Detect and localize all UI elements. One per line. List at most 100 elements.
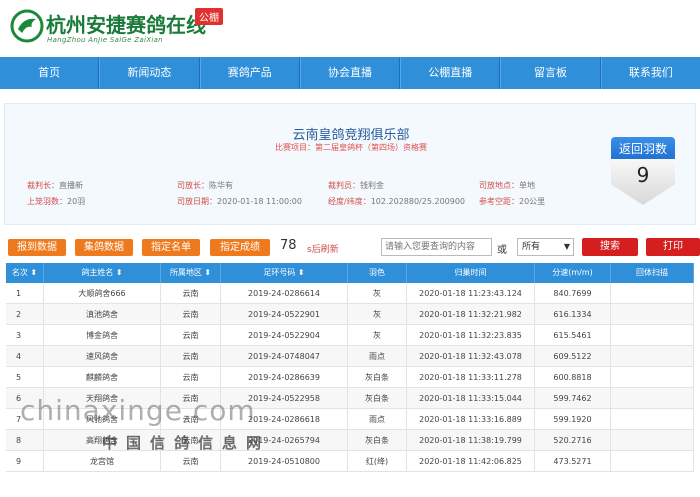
info-location: 司放地点：单地 <box>479 181 535 190</box>
cell-color: 灰 <box>348 283 407 304</box>
col-owner[interactable]: 鸽主姓名 ⬍ <box>44 263 161 283</box>
table-row[interactable]: 5 麒麟鸽舍 云南 2019-24-0286639 灰白条 2020-01-18 11:3… <box>6 367 694 388</box>
search-input[interactable] <box>381 238 492 256</box>
cell-speed: 840.7699 <box>535 283 611 304</box>
table-header: 名次 ⬍ 鸽主姓名 ⬍ 所属地区 ⬍ 足环号码 ⬍ 羽色 归巢时间 分速(m/m… <box>6 263 694 283</box>
col-scan: 回体扫描 <box>611 263 694 283</box>
cell-color: 灰白条 <box>348 430 407 451</box>
badge-label: 返回羽数 <box>611 137 675 161</box>
cell-scan <box>611 430 694 451</box>
info-date: 司放日期：2020-01-18 11:00:00 <box>177 197 302 206</box>
cell-scan <box>611 388 694 409</box>
badge-value: 9 <box>636 163 650 187</box>
watermark-domain: chinaxinge.com <box>20 394 256 427</box>
cell-region: 云南 <box>161 346 221 367</box>
nav-guestbook[interactable]: 留言板 <box>500 57 601 89</box>
cell-arrival: 2020-01-18 11:33:15.044 <box>407 388 535 409</box>
info-distance: 参考空距：20公里 <box>479 197 546 206</box>
cell-owner: 大顺鸽舍666 <box>44 283 161 304</box>
cell-owner: 龙宫馆 <box>44 451 161 472</box>
filter-select-value: 所有 <box>522 242 541 252</box>
cell-color: 灰白条 <box>348 367 407 388</box>
sort-icon: ⬍ <box>30 268 38 277</box>
table-row[interactable]: 1 大顺鸽舍666 云南 2019-24-0286614 灰 2020-01-18 11:… <box>6 283 694 304</box>
returned-count-badge: 返回羽数 9 <box>607 137 679 209</box>
cell-rank: 2 <box>6 304 44 325</box>
cell-rank: 5 <box>6 367 44 388</box>
nav-products[interactable]: 赛鸽产品 <box>199 57 300 89</box>
cell-rank: 3 <box>6 325 44 346</box>
cell-rank: 8 <box>6 430 44 451</box>
refresh-countdown: 78 <box>280 238 297 253</box>
nav-loft-live[interactable]: 公棚直播 <box>400 57 501 89</box>
col-rank[interactable]: 名次 ⬍ <box>6 263 44 283</box>
cell-scan <box>611 325 694 346</box>
col-region[interactable]: 所属地区 ⬍ <box>161 263 221 283</box>
rank-list-button[interactable]: 指定名单 <box>142 239 200 256</box>
cell-owner: 麒麟鸽舍 <box>44 367 161 388</box>
cell-ring: 2019-24-0522904 <box>221 325 348 346</box>
cell-color: 灰 <box>348 325 407 346</box>
race-info-panel: 云南皇鸽竞翔俱乐部 比赛项目：第二届皇鸽杯（第四场）资格赛 裁判长：直播新 上笼… <box>4 103 696 225</box>
cell-speed: 473.5271 <box>535 451 611 472</box>
cell-region: 云南 <box>161 304 221 325</box>
cell-arrival: 2020-01-18 11:32:21.982 <box>407 304 535 325</box>
cell-region: 云南 <box>161 451 221 472</box>
club-name: 云南皇鸽竞翔俱乐部 <box>292 128 410 143</box>
search-button[interactable]: 搜索 <box>582 238 638 256</box>
print-button[interactable]: 打印 <box>646 238 700 256</box>
cell-color: 雨点 <box>348 346 407 367</box>
cell-ring: 2019-24-0286639 <box>221 367 348 388</box>
main-nav: 首页 新闻动态 赛鸽产品 协会直播 公棚直播 留言板 联系我们 <box>0 57 700 89</box>
cell-arrival: 2020-01-18 11:23:43.124 <box>407 283 535 304</box>
cell-owner: 滇池鸽舍 <box>44 304 161 325</box>
filter-select[interactable]: 所有 ▼ <box>517 238 574 256</box>
cell-color: 红(绛) <box>348 451 407 472</box>
cell-region: 云南 <box>161 367 221 388</box>
report-data-button[interactable]: 报到数据 <box>8 239 66 256</box>
col-ring[interactable]: 足环号码 ⬍ <box>221 263 348 283</box>
refresh-label: s后刷新 <box>307 245 339 255</box>
info-referee: 裁判长：直播新 <box>27 181 83 190</box>
nav-association-live[interactable]: 协会直播 <box>299 57 401 89</box>
cell-color: 灰 <box>348 304 407 325</box>
site-tag-badge: 公棚 <box>195 8 223 25</box>
cell-ring: 2019-24-0522901 <box>221 304 348 325</box>
cell-scan <box>611 346 694 367</box>
cell-speed: 520.2716 <box>535 430 611 451</box>
score-list-button[interactable]: 指定成绩 <box>210 239 270 256</box>
race-project: 比赛项目：第二届皇鸽杯（第四场）资格赛 <box>275 143 427 152</box>
sort-icon: ⬍ <box>297 268 305 277</box>
cell-ring: 2019-24-0748047 <box>221 346 348 367</box>
collect-data-button[interactable]: 集鸽数据 <box>75 239 133 256</box>
cell-speed: 599.7462 <box>535 388 611 409</box>
toolbar: 报到数据 集鸽数据 指定名单 指定成绩 78 s后刷新 或 所有 ▼ 搜索 打印 <box>0 237 700 259</box>
cell-rank: 9 <box>6 451 44 472</box>
chevron-down-icon: ▼ <box>563 242 570 251</box>
table-row[interactable]: 9 龙宫馆 云南 2019-24-0510800 红(绛) 2020-01-18 11:4… <box>6 451 694 472</box>
nav-contact[interactable]: 联系我们 <box>600 57 700 89</box>
cell-color: 灰白条 <box>348 388 407 409</box>
site-header: 杭州安捷赛鸽在线 HangZhou AnJie SaiGe ZaiXian 公棚 <box>0 0 700 57</box>
info-releaser: 司放长：陈华有 <box>177 181 233 190</box>
watermark-name: 中国信鸽信息网 <box>102 434 271 452</box>
cell-owner: 博金鸽舍 <box>44 325 161 346</box>
table-row[interactable]: 4 速风鸽舍 云南 2019-24-0748047 雨点 2020-01-18 11:32… <box>6 346 694 367</box>
table-row[interactable]: 2 滇池鸽舍 云南 2019-24-0522901 灰 2020-01-18 11:32:… <box>6 304 694 325</box>
cell-scan <box>611 451 694 472</box>
nav-news[interactable]: 新闻动态 <box>99 57 200 89</box>
nav-home[interactable]: 首页 <box>0 57 100 89</box>
sort-icon: ⬍ <box>204 268 212 277</box>
cell-speed: 609.5122 <box>535 346 611 367</box>
cell-arrival: 2020-01-18 11:38:19.799 <box>407 430 535 451</box>
cell-ring: 2019-24-0286614 <box>221 283 348 304</box>
site-title[interactable]: 杭州安捷赛鸽在线 <box>46 9 206 38</box>
cell-region: 云南 <box>161 283 221 304</box>
pigeon-logo-icon[interactable] <box>10 9 44 43</box>
cell-arrival: 2020-01-18 11:33:11.278 <box>407 367 535 388</box>
info-coords: 经度/纬度：102.202880/25.200900 <box>328 197 466 206</box>
cell-speed: 599.1920 <box>535 409 611 430</box>
table-row[interactable]: 3 博金鸽舍 云南 2019-24-0522904 灰 2020-01-18 11:32:… <box>6 325 694 346</box>
cell-owner: 速风鸽舍 <box>44 346 161 367</box>
cell-speed: 615.5461 <box>535 325 611 346</box>
